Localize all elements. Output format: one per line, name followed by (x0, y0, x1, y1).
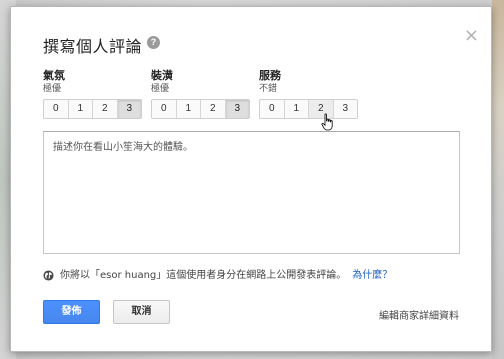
close-icon[interactable]: × (464, 27, 479, 45)
dialog-title: 撰寫個人評論 (43, 37, 143, 56)
help-icon[interactable]: ? (147, 36, 160, 49)
rating-option-3[interactable]: 3 (225, 100, 249, 118)
hand-cursor-icon (321, 113, 333, 131)
rating-option-3[interactable]: 3 (333, 100, 357, 118)
rating-option-0[interactable]: 0 (260, 100, 285, 118)
globe-icon (43, 270, 54, 281)
cancel-button[interactable]: 取消 (113, 300, 170, 324)
rating-scale: 0 1 2 3 (259, 99, 358, 119)
publish-button[interactable]: 發佈 (43, 300, 100, 324)
edit-business-details-link[interactable]: 編輯商家詳細資料 (379, 310, 459, 323)
rating-scale: 0 1 2 3 (151, 99, 250, 119)
rating-option-0[interactable]: 0 (152, 100, 177, 118)
review-textarea[interactable]: 描述你在看山小笙海大的體驗。 (43, 131, 460, 254)
rating-value-label: 極優 (151, 84, 170, 94)
notice-text: 你將以「esor huang」這個使用者身分在網路上公開發表評論。 (60, 270, 347, 281)
rating-label: 服務 (259, 69, 281, 82)
write-review-dialog: 撰寫個人評論 ? × 氣氛 極優 0 1 2 3 裝潢 極優 0 1 2 3 服… (10, 6, 492, 352)
rating-label: 氣氛 (43, 69, 65, 82)
rating-option-2[interactable]: 2 (201, 100, 226, 118)
rating-option-2[interactable]: 2 (93, 100, 118, 118)
rating-option-1[interactable]: 1 (68, 100, 93, 118)
rating-option-0[interactable]: 0 (44, 100, 69, 118)
rating-value-label: 極優 (43, 84, 62, 94)
why-link[interactable]: 為什麼？ (352, 269, 392, 282)
rating-service: 服務 不錯 0 1 2 3 (259, 69, 358, 119)
rating-value-label: 不錯 (259, 84, 278, 94)
rating-scale: 0 1 2 3 (43, 99, 142, 119)
rating-option-1[interactable]: 1 (284, 100, 309, 118)
review-placeholder: 描述你在看山小笙海大的體驗。 (53, 142, 193, 153)
public-posting-notice: 你將以「esor huang」這個使用者身分在網路上公開發表評論。 為什麼？ (43, 269, 392, 282)
backdrop-right-edge (492, 0, 504, 359)
rating-option-1[interactable]: 1 (176, 100, 201, 118)
rating-decor: 裝潢 極優 0 1 2 3 (151, 69, 250, 119)
rating-label: 裝潢 (151, 69, 173, 82)
rating-atmosphere: 氣氛 極優 0 1 2 3 (43, 69, 142, 119)
rating-option-3[interactable]: 3 (117, 100, 141, 118)
